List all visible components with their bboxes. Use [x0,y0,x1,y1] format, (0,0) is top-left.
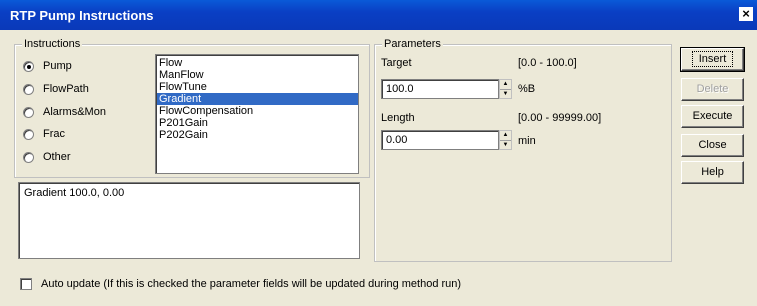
insert-button-label: Insert [691,51,734,67]
radio-alarms[interactable]: Alarms&Mon [23,104,106,120]
radio-other-dot[interactable] [23,151,34,163]
length-spinner[interactable]: ▲ ▼ [499,130,512,150]
radio-pump-label: Pump [43,60,72,72]
list-item-selected[interactable]: Gradient [157,93,358,105]
execute-button[interactable]: Execute [681,105,744,128]
close-button[interactable]: Close [681,134,744,157]
length-label: Length [381,112,415,124]
instruction-listbox[interactable]: Flow ManFlow FlowTune Gradient FlowCompe… [155,54,359,174]
list-item[interactable]: P201Gain [157,117,358,129]
spin-down-icon[interactable]: ▼ [500,140,511,149]
target-input[interactable]: 100.0 [381,79,499,99]
radio-frac-dot[interactable] [23,128,34,140]
instruction-summary-box[interactable]: Gradient 100.0, 0.00 [18,182,360,259]
length-range: [0.00 - 99999.00] [518,112,602,124]
instruction-summary-text: Gradient 100.0, 0.00 [24,187,125,199]
radio-alarms-label: Alarms&Mon [43,106,106,118]
auto-update-checkbox[interactable]: Auto update (If this is checked the para… [20,278,461,290]
auto-update-label: Auto update (If this is checked the para… [41,278,462,290]
target-range: [0.0 - 100.0] [518,57,577,69]
length-input[interactable]: 0.00 [381,130,499,150]
target-unit: %B [518,83,536,95]
list-item[interactable]: FlowTune [157,81,358,93]
radio-pump[interactable]: Pump [23,58,72,74]
delete-button[interactable]: Delete [681,78,744,101]
title-bar[interactable]: RTP Pump Instructions × [0,0,757,30]
list-item[interactable]: Flow [157,57,358,69]
target-label: Target [381,57,412,69]
radio-flowpath-dot[interactable] [23,83,34,95]
list-item[interactable]: FlowCompensation [157,105,358,117]
auto-update-box[interactable] [20,278,32,290]
window-title: RTP Pump Instructions [10,8,154,23]
radio-other-label: Other [43,151,71,163]
help-button[interactable]: Help [681,161,744,184]
insert-button[interactable]: Insert [680,47,745,72]
list-item[interactable]: P202Gain [157,129,358,141]
radio-other[interactable]: Other [23,149,71,165]
list-item[interactable]: ManFlow [157,69,358,81]
radio-pump-dot[interactable] [23,60,34,72]
parameters-group-label: Parameters [382,38,443,50]
length-unit: min [518,135,536,147]
spin-down-icon[interactable]: ▼ [500,89,511,98]
radio-frac-label: Frac [43,128,65,140]
target-spinner[interactable]: ▲ ▼ [499,79,512,99]
radio-frac[interactable]: Frac [23,126,65,142]
instructions-group-label: Instructions [22,38,83,50]
radio-flowpath[interactable]: FlowPath [23,81,89,97]
radio-flowpath-label: FlowPath [43,83,89,95]
radio-alarms-dot[interactable] [23,106,34,118]
parameters-group: Parameters [374,38,672,262]
close-icon[interactable]: × [739,7,753,21]
spin-up-icon[interactable]: ▲ [500,80,511,89]
spin-up-icon[interactable]: ▲ [500,131,511,140]
